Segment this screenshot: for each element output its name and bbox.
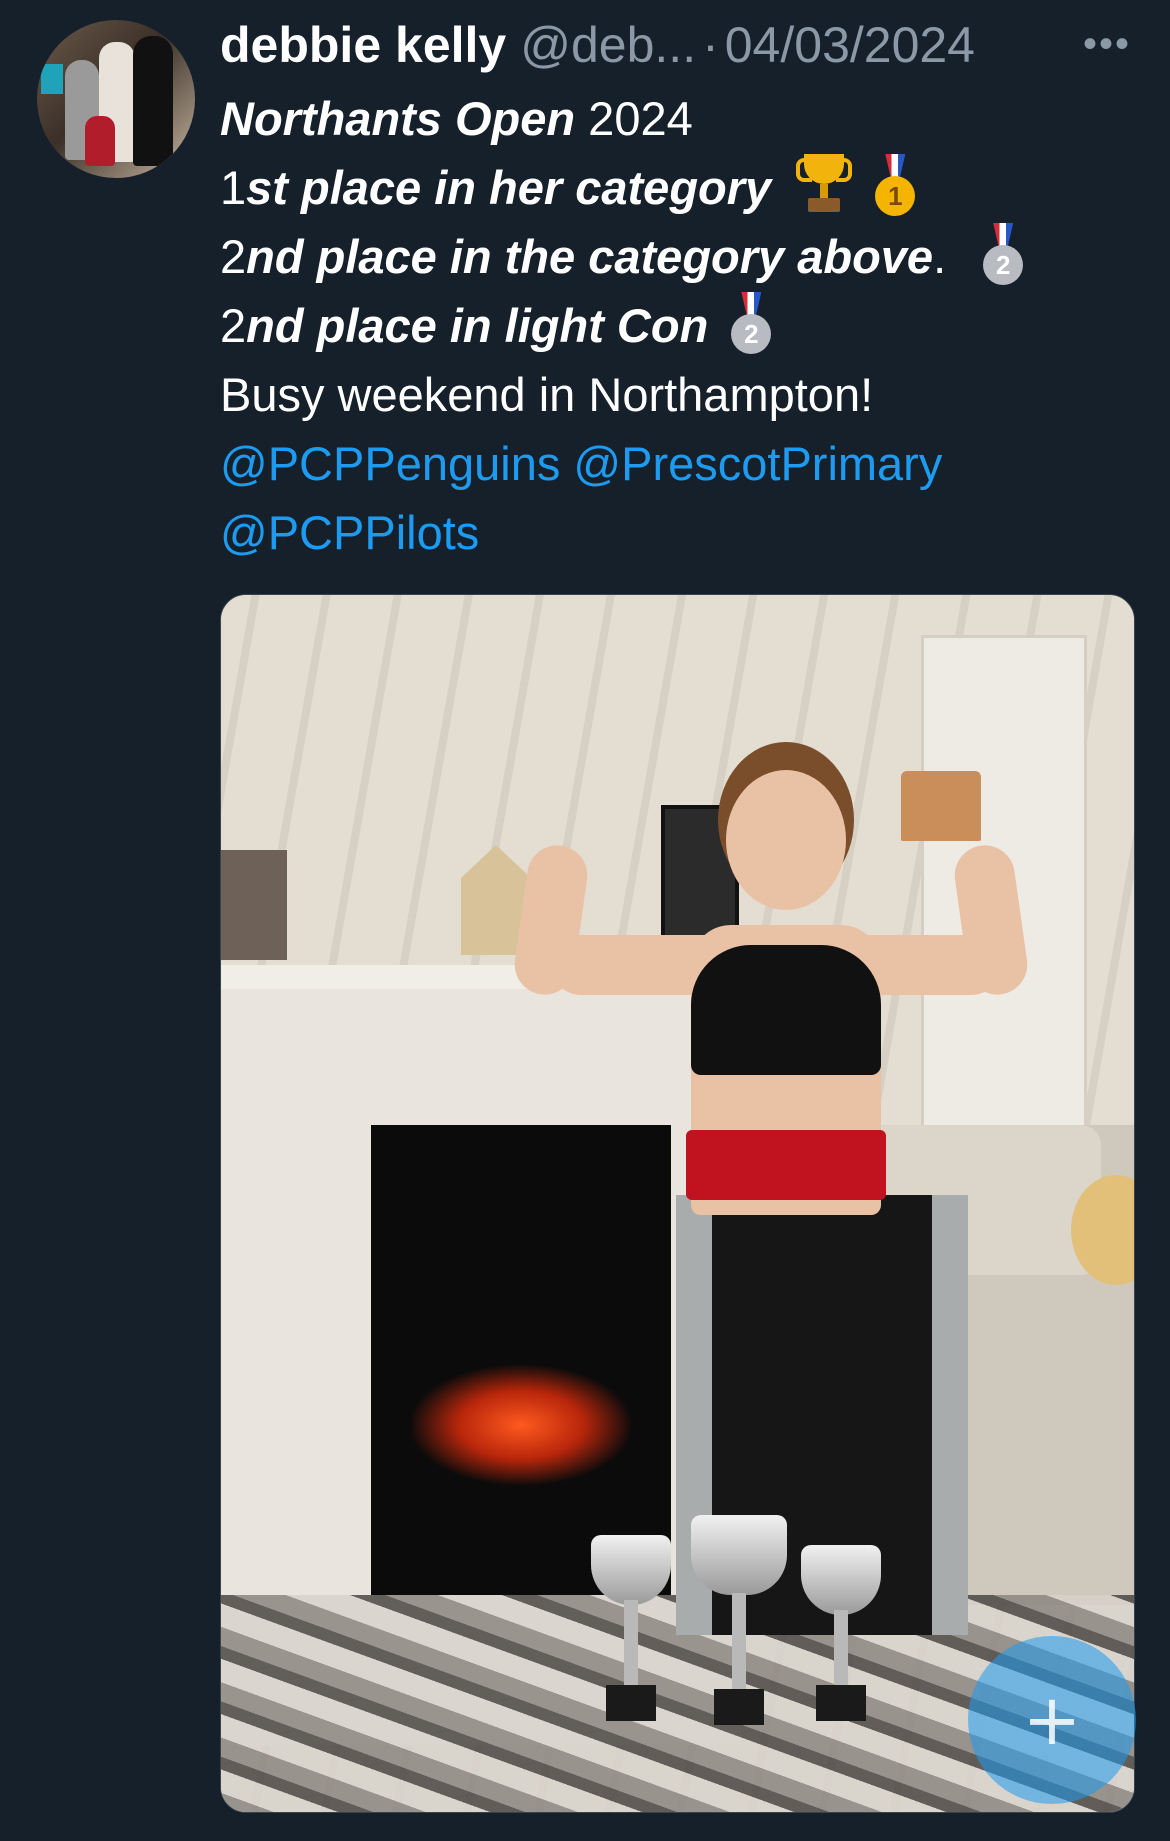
gold-medal-icon: 1 — [875, 154, 916, 216]
photo-lamp — [901, 771, 981, 841]
avatar-photo-detail — [85, 116, 115, 166]
compose-fab[interactable]: + — [968, 1636, 1136, 1804]
tweet-photo[interactable] — [220, 594, 1135, 1813]
silver-medal-icon: 2 — [731, 292, 772, 354]
mention-link[interactable]: @PCPPenguins — [220, 437, 560, 490]
plain-text: . — [933, 230, 947, 283]
mention-link[interactable]: @PrescotPrimary — [573, 437, 942, 490]
bold-italic-text: st place in her category — [246, 161, 772, 214]
photo-trophies — [581, 1515, 881, 1725]
plain-text: 2024 — [575, 92, 693, 145]
tweet-line: 1st place in her category 1 — [220, 153, 1140, 222]
plain-text: 1 — [220, 161, 247, 214]
mention-link[interactable]: @PCPPilots — [220, 506, 479, 559]
photo-picture-frame — [221, 850, 287, 960]
trophy-icon — [796, 154, 853, 214]
tweet-line: Busy weekend in Northampton! — [220, 368, 874, 421]
more-horizontal-icon[interactable]: ••• — [1083, 22, 1129, 66]
plain-text: 2 — [220, 230, 247, 283]
tweet-line: Northants Open 2024 — [220, 84, 1140, 153]
plus-icon: + — [1022, 1679, 1082, 1761]
plain-text: 2 — [220, 299, 247, 352]
photo-flames — [411, 1365, 631, 1485]
bold-italic-text: Northants Open — [220, 92, 576, 145]
author-name[interactable]: debbie kelly — [220, 16, 506, 74]
bold-italic-text: nd place in light Con — [246, 299, 709, 352]
photo-girl-top — [691, 945, 881, 1075]
tweet-line: @PCPPenguins @PrescotPrimary — [220, 429, 1140, 498]
bold-italic-text: nd place in the category above — [246, 230, 934, 283]
tweet[interactable]: debbie kelly @deb... · 04/03/2024 ••• No… — [0, 0, 1170, 1841]
tweet-line: 2nd place in light Con 2 — [220, 291, 1140, 360]
tweet-line: 2nd place in the category above. 2 — [220, 222, 1140, 291]
avatar-photo-detail — [133, 36, 173, 166]
tweet-text: Northants Open 2024 1st place in her cat… — [220, 84, 1140, 567]
avatar-photo-detail — [41, 64, 63, 94]
photo-waistband — [686, 1130, 886, 1200]
avatar[interactable] — [37, 20, 195, 178]
tweet-date[interactable]: 04/03/2024 — [725, 16, 975, 74]
silver-medal-icon: 2 — [983, 223, 1024, 285]
photo-girl-head — [726, 770, 846, 910]
separator-dot: · — [702, 17, 719, 73]
tweet-line: @PCPPilots — [220, 498, 1140, 567]
author-handle[interactable]: @deb... — [520, 16, 696, 74]
tweet-header: debbie kelly @deb... · 04/03/2024 — [220, 14, 975, 76]
